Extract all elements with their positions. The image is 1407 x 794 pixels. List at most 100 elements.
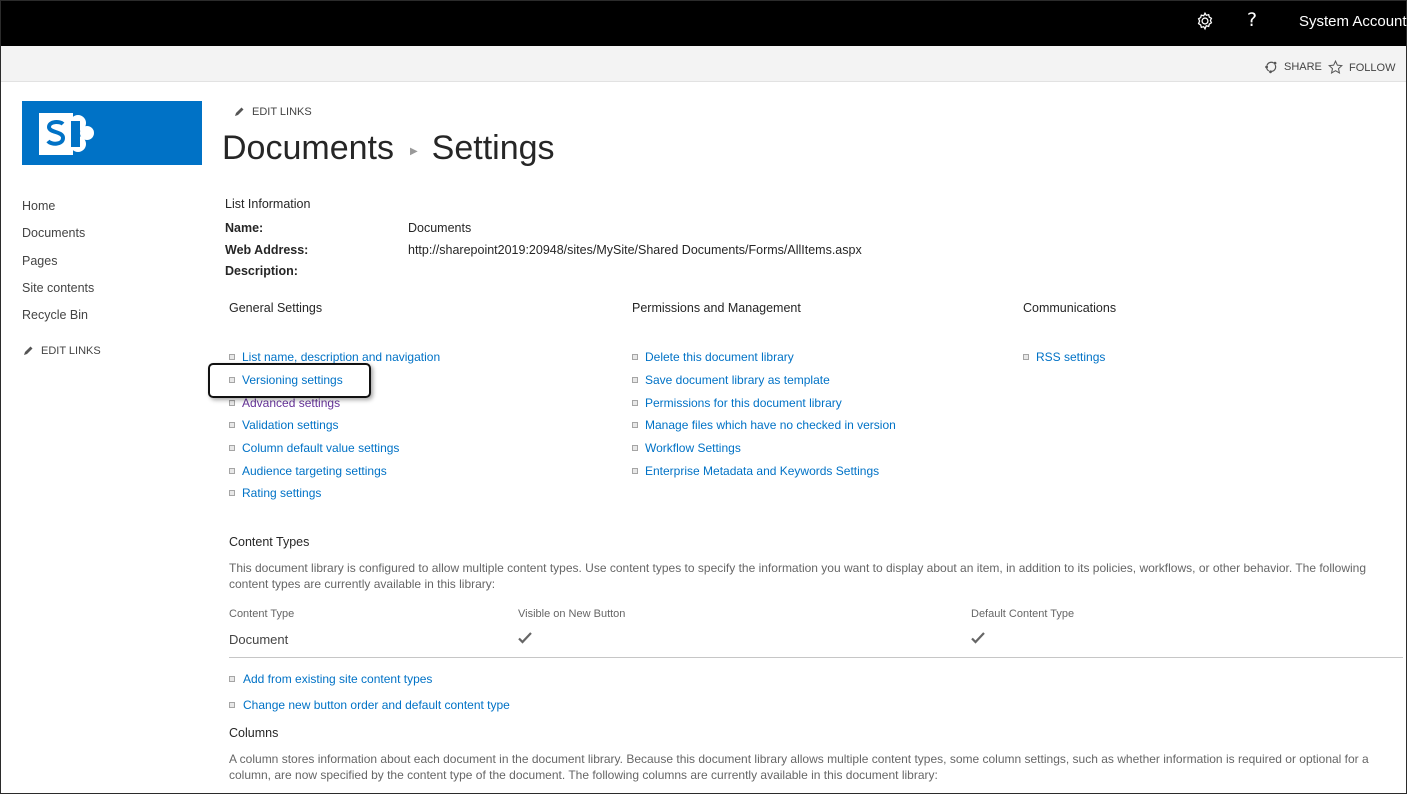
- audience-targeting-settings-link[interactable]: Audience targeting settings: [242, 464, 387, 478]
- follow-label: FOLLOW: [1349, 61, 1396, 74]
- nav-edit-links[interactable]: EDIT LINKS: [22, 345, 192, 357]
- bullet-icon: [229, 445, 235, 452]
- content-type-divider: [229, 657, 1403, 658]
- list-item: Add from existing site content types: [229, 666, 510, 692]
- enterprise-metadata-settings-link[interactable]: Enterprise Metadata and Keywords Setting…: [645, 464, 879, 478]
- workflow-settings-link[interactable]: Workflow Settings: [645, 441, 741, 455]
- communications-heading: Communications: [1023, 301, 1117, 315]
- bullet-icon: [632, 445, 638, 452]
- account-menu[interactable]: System Account: [1299, 13, 1407, 30]
- list-item: Delete this document library: [632, 346, 896, 369]
- nav-item-documents[interactable]: Documents: [22, 226, 192, 253]
- communications-links: RSS settings: [1023, 346, 1105, 369]
- bullet-icon: [632, 377, 638, 384]
- bullet-icon: [229, 422, 235, 429]
- bullet-icon: [632, 354, 638, 361]
- web-address-value: http://sharepoint2019:20948/sites/MySite…: [408, 243, 862, 257]
- page-title: Settings: [431, 129, 555, 167]
- bullet-icon: [1023, 354, 1029, 361]
- content-type-links: Add from existing site content types Cha…: [229, 666, 510, 718]
- list-item: Versioning settings: [229, 369, 440, 392]
- validation-settings-link[interactable]: Validation settings: [242, 418, 339, 432]
- suite-bar: ? System Account: [1, 1, 1407, 46]
- list-item: Workflow Settings: [632, 437, 896, 460]
- delete-library-link[interactable]: Delete this document library: [645, 350, 794, 364]
- nav-edit-links-label: EDIT LINKS: [41, 345, 101, 358]
- bullet-icon: [229, 354, 235, 361]
- change-new-button-order-link[interactable]: Change new button order and default cont…: [243, 698, 510, 712]
- breadcrumb-parent-link[interactable]: Documents: [222, 129, 394, 168]
- manage-checked-out-files-link[interactable]: Manage files which have no checked in ve…: [645, 418, 896, 432]
- content-type-document-link[interactable]: Document: [229, 632, 288, 647]
- star-icon: [1328, 60, 1343, 74]
- sharepoint-logo-icon: [39, 113, 94, 155]
- ribbon-bar: SHARE FOLLOW: [1, 46, 1406, 82]
- add-existing-content-types-link[interactable]: Add from existing site content types: [243, 672, 432, 686]
- default-content-type-column-header: Default Content Type: [971, 608, 1075, 620]
- list-information-heading: List Information: [225, 197, 311, 211]
- list-item: Save document library as template: [632, 369, 896, 392]
- bullet-icon: [229, 399, 235, 406]
- visible-on-new-column-header: Visible on New Button: [518, 608, 626, 620]
- pencil-icon: [24, 346, 33, 356]
- list-item: Column default value settings: [229, 437, 440, 460]
- columns-heading: Columns: [229, 726, 279, 740]
- share-button[interactable]: SHARE: [1264, 60, 1322, 74]
- library-permissions-link[interactable]: Permissions for this document library: [645, 396, 842, 410]
- list-item: Change new button order and default cont…: [229, 692, 510, 718]
- bullet-icon: [229, 702, 235, 708]
- save-as-template-link[interactable]: Save document library as template: [645, 373, 830, 387]
- advanced-settings-link[interactable]: Advanced settings: [242, 396, 340, 410]
- bullet-icon: [229, 467, 235, 474]
- permissions-heading: Permissions and Management: [632, 301, 801, 315]
- share-icon: [1265, 61, 1277, 74]
- bullet-icon: [229, 490, 235, 497]
- bullet-icon: [632, 467, 638, 474]
- general-settings-links: List name, description and navigation Ve…: [229, 346, 440, 505]
- nav-item-site-contents[interactable]: Site contents: [22, 281, 192, 308]
- general-settings-heading: General Settings: [229, 301, 323, 315]
- content-type-column-header: Content Type: [229, 608, 295, 620]
- list-item: Permissions for this document library: [632, 391, 896, 414]
- rss-settings-link[interactable]: RSS settings: [1036, 350, 1105, 364]
- name-value: Documents: [408, 221, 472, 235]
- list-item: Manage files which have no checked in ve…: [632, 414, 896, 437]
- nav-item-home[interactable]: Home: [22, 199, 192, 226]
- list-item: Advanced settings: [229, 391, 440, 414]
- web-address-label: Web Address:: [225, 243, 309, 257]
- follow-button[interactable]: FOLLOW: [1328, 60, 1395, 75]
- breadcrumb-arrow-icon: ▶: [409, 146, 418, 157]
- bullet-icon: [632, 422, 638, 429]
- description-label: Description:: [225, 264, 298, 278]
- list-item: RSS settings: [1023, 346, 1105, 369]
- nav-item-pages[interactable]: Pages: [22, 254, 192, 281]
- list-item: List name, description and navigation: [229, 346, 440, 369]
- column-default-value-settings-link[interactable]: Column default value settings: [242, 441, 399, 455]
- pencil-icon: [235, 107, 244, 116]
- bullet-icon: [229, 377, 235, 384]
- list-name-description-link[interactable]: List name, description and navigation: [242, 350, 440, 364]
- breadcrumb: Documents ▶ Settings: [222, 129, 555, 168]
- title-edit-links[interactable]: EDIT LINKS: [233, 106, 312, 118]
- checkmark-icon: [518, 632, 532, 644]
- quick-launch: Home Documents Pages Site contents Recyc…: [22, 199, 192, 357]
- list-item: Validation settings: [229, 414, 440, 437]
- permissions-links: Delete this document library Save docume…: [632, 346, 896, 482]
- content-types-description: This document library is configured to a…: [229, 561, 1367, 591]
- rating-settings-link[interactable]: Rating settings: [242, 486, 321, 500]
- site-logo[interactable]: [22, 101, 202, 165]
- versioning-settings-link[interactable]: Versioning settings: [242, 373, 343, 387]
- nav-item-recycle-bin[interactable]: Recycle Bin: [22, 308, 192, 335]
- list-item: Enterprise Metadata and Keywords Setting…: [632, 459, 896, 482]
- help-button[interactable]: ?: [1247, 9, 1257, 31]
- bullet-icon: [632, 399, 638, 406]
- columns-description: A column stores information about each d…: [229, 752, 1369, 782]
- bullet-icon: [229, 676, 235, 682]
- list-item: Audience targeting settings: [229, 459, 440, 482]
- share-label: SHARE: [1284, 61, 1322, 73]
- list-item: Rating settings: [229, 482, 440, 505]
- gear-icon[interactable]: [1194, 10, 1216, 32]
- name-label: Name:: [225, 221, 264, 235]
- title-edit-links-label: EDIT LINKS: [252, 106, 312, 118]
- content-types-heading: Content Types: [229, 535, 310, 549]
